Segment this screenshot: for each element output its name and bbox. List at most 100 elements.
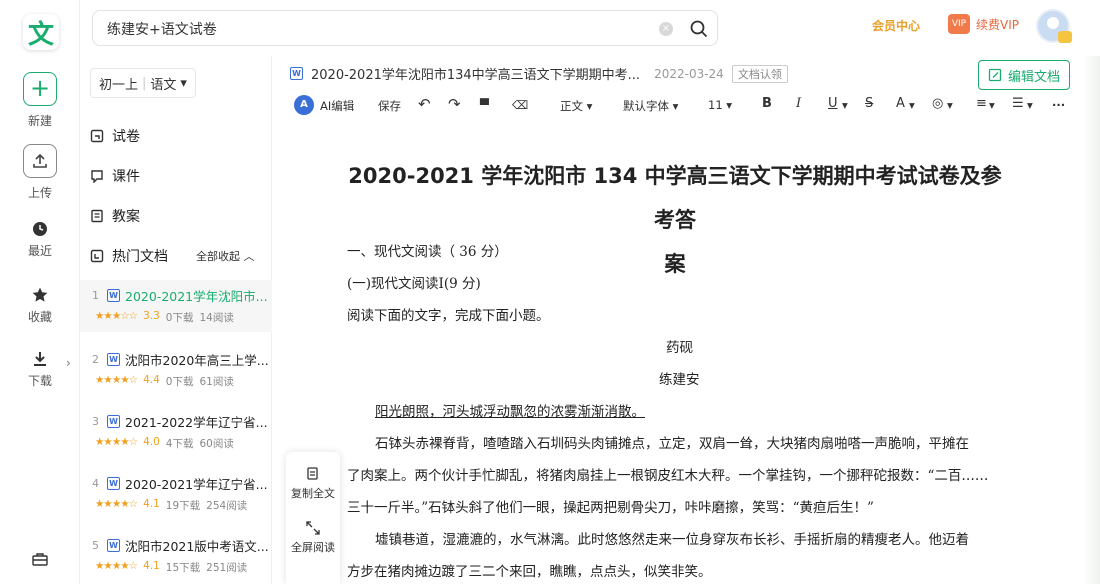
strikethrough-icon[interactable]: S <box>865 96 873 111</box>
format-painter-icon[interactable]: ▀ <box>480 98 489 112</box>
doc-downloads: 19下载 <box>165 500 201 512</box>
doc-title: 2020-2021学年辽宁省... <box>125 477 268 492</box>
hot-doc-title-row: 5 W 沈阳市2021版中考语文... <box>92 536 272 555</box>
app-logo[interactable]: 文 <box>23 14 59 50</box>
font-size-value: 11 <box>708 98 723 112</box>
plus-icon: + <box>23 72 57 106</box>
paragraph-line: 了肉案上。两个伙计手忙脚乱，将猪肉扇挂上一根钢皮红木大秤。一个掌挂钩，一个挪秤砣… <box>347 468 989 484</box>
hot-doc-item[interactable]: 5 W 沈阳市2021版中考语文... ★★★★☆ 4.1 15下载 251阅读 <box>80 530 272 582</box>
renew-vip-label: 续费VIP <box>976 17 1019 32</box>
collapse-all-button[interactable]: 全部收起 ︿ <box>196 248 255 264</box>
more-icon[interactable]: ··· <box>1052 98 1065 112</box>
chevron-right-icon[interactable]: › <box>66 356 71 370</box>
new-label: 新建 <box>27 114 52 128</box>
story-author: 练建安 <box>659 372 700 388</box>
save-button[interactable]: 保存 <box>378 98 401 114</box>
hot-doc-item[interactable]: 1 W 2020-2021学年沈阳市... ★★★☆☆ 3.3 0下载 14阅读 <box>80 280 272 332</box>
font-color-dropdown-icon[interactable]: ▾ <box>909 98 915 112</box>
avatar[interactable] <box>1036 9 1072 43</box>
doc-number: 4 <box>92 477 99 490</box>
align-icon[interactable]: ≡ <box>976 96 987 111</box>
underline-dropdown-icon[interactable]: ▾ <box>842 98 848 112</box>
ai-edit-button[interactable]: AI编辑 <box>320 98 354 114</box>
rating-stars-icon: ★★★☆☆ <box>95 310 138 322</box>
renew-vip-button[interactable]: VIP 续费VIP <box>948 14 1019 34</box>
member-center-link[interactable]: 会员中心 <box>872 17 920 34</box>
sidebar-item-lesson-plan[interactable]: 教案 <box>90 206 140 226</box>
doc-score: 4.1 <box>143 498 160 510</box>
highlight-dropdown-icon[interactable]: ▾ <box>947 98 953 112</box>
favorites-button[interactable]: 收藏 <box>0 286 80 325</box>
toolbox-button[interactable] <box>0 552 80 570</box>
rating-stars-icon: ★★★★☆ <box>95 436 138 448</box>
font-size-select[interactable]: 11 ▾ <box>708 98 732 112</box>
list-icon[interactable]: ☰ <box>1012 96 1024 111</box>
document-page[interactable]: 2020-2021 学年沈阳市 134 中学高三语文下学期期中考试试卷及参考答 … <box>290 130 1070 584</box>
doc-reads: 14阅读 <box>199 312 234 324</box>
hot-doc-title-row: 4 W 2020-2021学年辽宁省... <box>92 474 272 493</box>
paragraph-style-select[interactable]: 正文 ▾ <box>560 98 592 114</box>
eraser-icon[interactable]: ⌫ <box>512 98 528 112</box>
edit-icon <box>988 68 1002 82</box>
fullscreen-icon <box>306 521 320 535</box>
new-button[interactable]: + 新建 <box>0 72 80 129</box>
highlight-icon[interactable]: ◎ <box>932 96 943 111</box>
align-dropdown-icon[interactable]: ▾ <box>989 98 995 112</box>
claim-document-tag[interactable]: 文档认领 <box>731 64 788 83</box>
paragraph-line: 三十一斤半。”石钵头斜了他们一眼，操起两把剔骨尖刀，咔咔磨擦，笑骂：“黄疸后生！… <box>347 500 874 516</box>
hot-doc-item[interactable]: 2 W 沈阳市2020年高三上学... ★★★★☆ 4.4 0下载 61阅读 <box>80 344 272 396</box>
copy-all-button[interactable]: 复制全文 <box>286 466 340 501</box>
paragraph-line: 阳光朗照，河头城浮动飘忽的浓雾渐渐消散。 <box>375 404 645 420</box>
word-icon: W <box>107 353 120 366</box>
search-bar: × <box>92 10 718 46</box>
fullscreen-read-label: 全屏阅读 <box>291 541 335 554</box>
italic-icon[interactable]: I <box>796 96 801 111</box>
redo-icon[interactable]: ↷ <box>448 95 461 113</box>
grade-value: 初一上 <box>99 77 139 93</box>
paragraph-line: 墟镇巷道，湿漉漉的，水气淋漓。此时悠悠然走来一位身穿灰布长衫、手摇折扇的精瘦老人… <box>375 532 969 548</box>
doc-downloads: 4下载 <box>165 438 194 450</box>
font-color-icon[interactable]: A <box>896 96 905 111</box>
collapse-all-label: 全部收起 <box>196 250 240 263</box>
doc-meta: ★★★★☆ 4.4 0下载 61阅读 <box>92 374 272 389</box>
sidebar-item-label: 课件 <box>112 169 140 185</box>
category-panel: 初一上 | 语文 ▾ 试卷 课件 教案 热门文档 全部收起 ︿ 1 W 2020… <box>80 56 272 584</box>
doc-meta: ★★★★☆ 4.0 4下载 60阅读 <box>92 436 272 451</box>
ai-logo-icon[interactable]: A <box>294 95 314 115</box>
edit-document-label: 编辑文档 <box>1007 69 1060 85</box>
grade-subject-select[interactable]: 初一上 | 语文 ▾ <box>90 68 196 98</box>
paragraph-line: 方步在猪肉摊边踱了三二个来回，瞧瞧，点点头，似笑非笑。 <box>347 564 712 580</box>
doc-downloads: 0下载 <box>165 312 194 324</box>
upload-label: 上传 <box>27 186 52 200</box>
underline-icon[interactable]: U <box>828 96 838 111</box>
document-header-title: 2020-2021学年沈阳市134中学高三语文下学期期中考... <box>311 68 641 83</box>
font-family-select[interactable]: 默认字体 ▾ <box>623 98 678 114</box>
sidebar-item-exam[interactable]: 试卷 <box>90 126 140 146</box>
fullscreen-read-button[interactable]: 全屏阅读 <box>286 520 340 555</box>
gift-icon: VIP <box>948 14 970 34</box>
exam-icon <box>90 129 104 143</box>
clear-icon[interactable]: × <box>659 22 673 36</box>
copy-all-label: 复制全文 <box>291 487 335 500</box>
upload-button[interactable]: 上传 <box>0 144 80 201</box>
clock-icon <box>33 222 47 236</box>
list-dropdown-icon[interactable]: ▾ <box>1027 98 1033 112</box>
bold-icon[interactable]: B <box>762 96 772 111</box>
search-input[interactable] <box>107 19 647 39</box>
download-label: 下载 <box>27 374 52 388</box>
doc-title: 沈阳市2021版中考语文... <box>125 539 269 554</box>
hot-docs-label: 热门文档 <box>112 249 168 265</box>
floating-tools: 复制全文 全屏阅读 <box>286 452 340 584</box>
paragraph-style-value: 正文 <box>560 99 583 113</box>
search-icon[interactable] <box>689 19 709 39</box>
hot-doc-item[interactable]: 4 W 2020-2021学年辽宁省... ★★★★☆ 4.1 19下载 254… <box>80 468 272 520</box>
doc-meta: ★★★★☆ 4.1 19下载 254阅读 <box>92 498 272 513</box>
favorites-label: 收藏 <box>27 310 52 324</box>
undo-icon[interactable]: ↶ <box>418 95 431 113</box>
hot-doc-item[interactable]: 3 W 2021-2022学年辽宁省... ★★★★☆ 4.0 4下载 60阅读 <box>80 406 272 458</box>
recent-button[interactable]: 最近 <box>0 220 80 259</box>
sidebar-item-courseware[interactable]: 课件 <box>90 166 140 186</box>
edit-document-button[interactable]: 编辑文档 <box>978 60 1070 90</box>
doc-score: 3.3 <box>143 310 160 322</box>
hot-doc-title-row: 2 W 沈阳市2020年高三上学... <box>92 350 272 369</box>
